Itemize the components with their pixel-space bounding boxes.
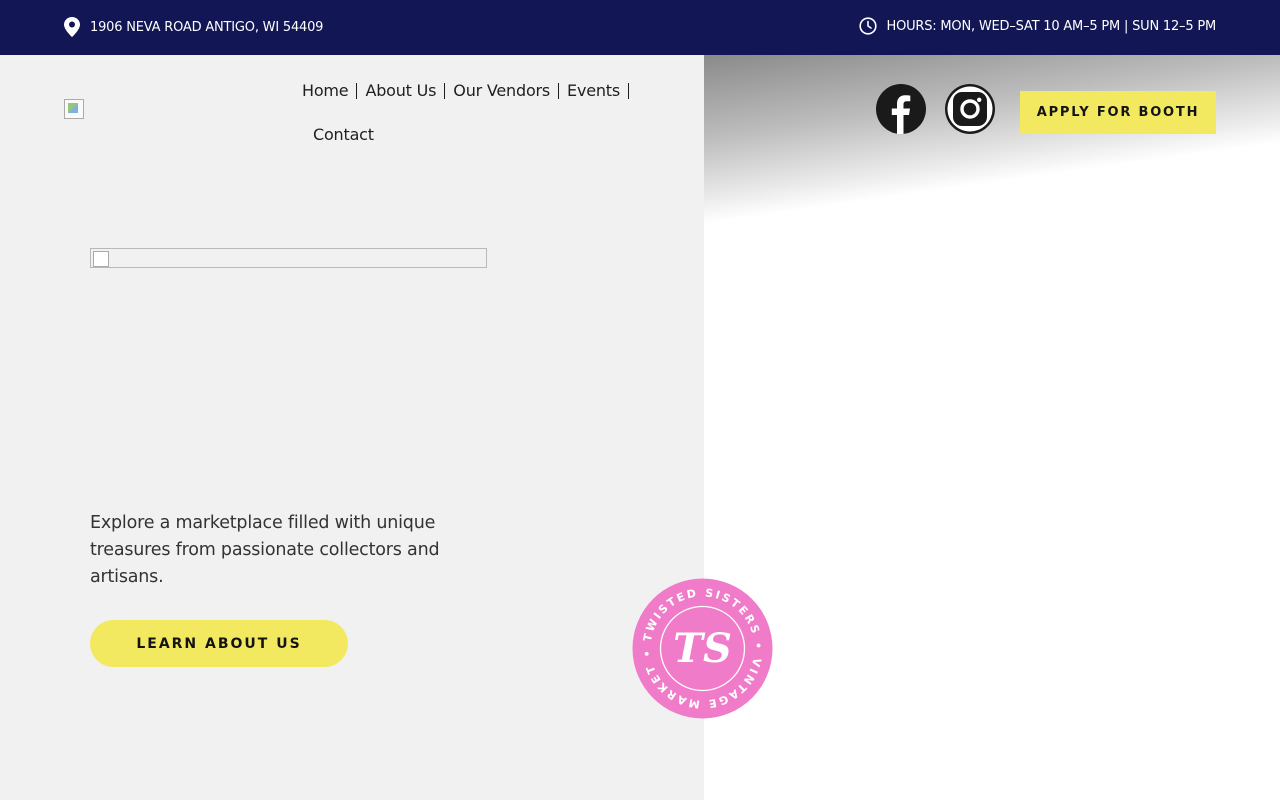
hero-description: Explore a marketplace filled with unique… xyxy=(90,513,440,587)
map-pin-icon xyxy=(64,17,80,37)
facebook-icon xyxy=(876,84,926,134)
hero-left-panel: Home About Us Our Vendors Events Contact… xyxy=(0,55,704,800)
main-nav: Home About Us Our Vendors Events Contact xyxy=(294,77,634,148)
nav-our-vendors[interactable]: Our Vendors xyxy=(445,81,558,100)
clock-icon xyxy=(858,17,877,35)
brand-seal-logo: TWISTED SISTERS • VINTAGE MARKET • TS xyxy=(632,578,773,719)
hours-block: HOURS: MON, WED–SAT 10 AM–5 PM | SUN 12–… xyxy=(858,17,1217,35)
learn-about-us-button[interactable]: LEARN ABOUT US xyxy=(90,620,348,667)
top-info-bar: 1906 NEVA ROAD ANTIGO, WI 54409 HOURS: M… xyxy=(0,0,1280,55)
hero-right-panel: APPLY FOR BOOTH xyxy=(704,55,1280,800)
nav-events[interactable]: Events xyxy=(559,81,628,100)
svg-text:TS: TS xyxy=(673,625,732,672)
instagram-link[interactable] xyxy=(945,84,995,134)
nav-about-us[interactable]: About Us xyxy=(357,81,444,100)
apply-for-booth-button[interactable]: APPLY FOR BOOTH xyxy=(1020,91,1216,134)
nav-divider xyxy=(628,82,630,99)
site-logo[interactable] xyxy=(64,99,84,119)
hero-heading-image xyxy=(90,248,487,268)
hours-text: HOURS: MON, WED–SAT 10 AM–5 PM | SUN 12–… xyxy=(886,18,1217,34)
twisted-sisters-badge: TWISTED SISTERS • VINTAGE MARKET • TS xyxy=(632,578,773,719)
address-text: 1906 NEVA ROAD ANTIGO, WI 54409 xyxy=(90,19,324,35)
address-block: 1906 NEVA ROAD ANTIGO, WI 54409 xyxy=(64,17,323,37)
nav-contact[interactable]: Contact xyxy=(305,125,382,144)
instagram-icon xyxy=(945,84,995,134)
nav-home[interactable]: Home xyxy=(294,81,356,100)
facebook-link[interactable] xyxy=(876,84,926,134)
